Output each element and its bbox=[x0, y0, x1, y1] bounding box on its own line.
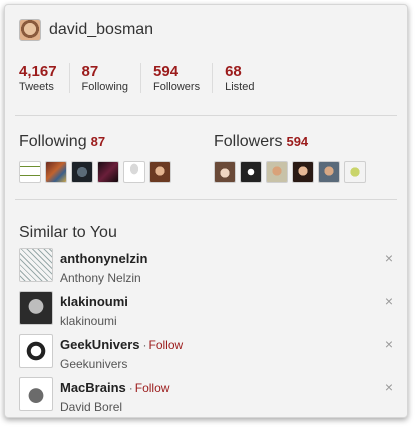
user-avatar[interactable] bbox=[19, 19, 41, 41]
profile-header[interactable]: david_bosman bbox=[19, 19, 153, 41]
divider bbox=[15, 199, 397, 200]
booxeen-logo[interactable] bbox=[19, 161, 41, 183]
full-name: David Borel bbox=[60, 400, 123, 414]
screen-name-link[interactable]: klakinoumi bbox=[60, 294, 128, 309]
list-item: anthonynelzin Anthony Nelzin × bbox=[19, 248, 397, 291]
following-count: 87 bbox=[90, 134, 106, 149]
divider bbox=[15, 115, 397, 116]
follow-link[interactable]: Follow bbox=[149, 338, 184, 352]
suggestion-text: anthonynelzin Anthony Nelzin bbox=[60, 250, 147, 285]
screen-name-link[interactable]: GeekUnivers bbox=[60, 337, 140, 352]
followers-avatars bbox=[214, 161, 370, 183]
books-avatar[interactable] bbox=[45, 161, 67, 183]
stat-value: 594 bbox=[153, 63, 179, 80]
similar-list: anthonynelzin Anthony Nelzin × klakinoum… bbox=[19, 248, 397, 417]
full-name: Anthony Nelzin bbox=[60, 271, 141, 285]
profile-card: david_bosman 4,167 Tweets 87 Following 5… bbox=[4, 4, 408, 418]
following-title: Following bbox=[19, 133, 87, 150]
separator-dot: · bbox=[142, 338, 147, 352]
stat-tweets[interactable]: 4,167 Tweets bbox=[19, 63, 69, 93]
following-heading[interactable]: Following 87 bbox=[19, 133, 105, 151]
stat-label: Listed bbox=[225, 81, 255, 93]
followers-title: Followers bbox=[214, 133, 283, 150]
sketch-avatar[interactable] bbox=[19, 248, 53, 282]
lightbulb-avatar[interactable] bbox=[123, 161, 145, 183]
stat-label: Tweets bbox=[19, 81, 54, 93]
dark-globe-avatar[interactable] bbox=[71, 161, 93, 183]
full-name: Geekunivers bbox=[60, 357, 128, 371]
close-icon[interactable]: × bbox=[385, 293, 393, 309]
anime-avatar[interactable] bbox=[214, 161, 236, 183]
profile-stats: 4,167 Tweets 87 Following 594 Followers … bbox=[19, 63, 266, 93]
suggestion-text: MacBrains · Follow David Borel bbox=[60, 379, 169, 414]
followers-heading[interactable]: Followers 594 bbox=[214, 133, 308, 151]
close-icon[interactable]: × bbox=[385, 336, 393, 352]
stat-following[interactable]: 87 Following bbox=[68, 63, 140, 93]
man-avatar[interactable] bbox=[318, 161, 340, 183]
stat-listed[interactable]: 68 Listed bbox=[212, 63, 266, 93]
followers-count: 594 bbox=[286, 134, 309, 149]
close-icon[interactable]: × bbox=[385, 250, 393, 266]
stat-label: Following bbox=[81, 81, 129, 93]
dark-art-avatar[interactable] bbox=[97, 161, 119, 183]
apple-logo-avatar[interactable] bbox=[19, 377, 53, 411]
suggestion-text: klakinoumi klakinoumi bbox=[60, 293, 128, 328]
following-avatars bbox=[19, 161, 175, 183]
cartoon-avatar[interactable] bbox=[344, 161, 366, 183]
vk-logo-avatar[interactable] bbox=[240, 161, 262, 183]
stat-followers[interactable]: 594 Followers bbox=[140, 63, 212, 93]
list-item: GeekUnivers · Follow Geekunivers × bbox=[19, 334, 397, 377]
stat-value: 87 bbox=[81, 63, 99, 80]
stat-label: Followers bbox=[153, 81, 201, 93]
follow-link[interactable]: Follow bbox=[135, 381, 170, 395]
suggestion-text: GeekUnivers · Follow Geekunivers bbox=[60, 336, 183, 371]
screen-name-link[interactable]: anthonynelzin bbox=[60, 251, 147, 266]
woman-avatar[interactable] bbox=[149, 161, 171, 183]
person-photo-avatar[interactable] bbox=[19, 291, 53, 325]
stat-value: 4,167 bbox=[19, 63, 57, 80]
person-avatar[interactable] bbox=[266, 161, 288, 183]
similar-heading: Similar to You bbox=[19, 224, 117, 241]
username[interactable]: david_bosman bbox=[49, 21, 153, 39]
woman-avatar[interactable] bbox=[292, 161, 314, 183]
close-icon[interactable]: × bbox=[385, 379, 393, 395]
full-name: klakinoumi bbox=[60, 314, 117, 328]
geek-logo-avatar[interactable] bbox=[19, 334, 53, 368]
list-item: klakinoumi klakinoumi × bbox=[19, 291, 397, 334]
screen-name-link[interactable]: MacBrains bbox=[60, 380, 126, 395]
list-item: MacBrains · Follow David Borel × bbox=[19, 377, 397, 417]
stat-value: 68 bbox=[225, 63, 242, 80]
separator-dot: · bbox=[128, 381, 133, 395]
